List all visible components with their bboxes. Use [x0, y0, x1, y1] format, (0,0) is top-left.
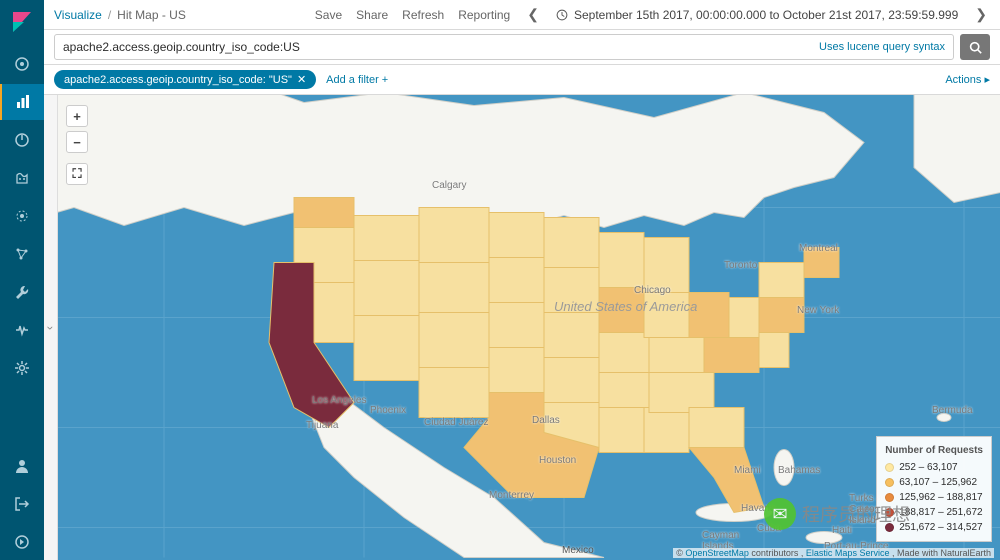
nav-timelion[interactable] — [0, 160, 44, 196]
map-attribution: © OpenStreetMap contributors , Elastic M… — [673, 548, 994, 558]
zoom-in-button[interactable]: + — [66, 105, 88, 127]
nav-management[interactable] — [0, 350, 44, 386]
refresh-button[interactable]: Refresh — [402, 8, 444, 22]
watermark: ✉ 程序员的理想 — [764, 498, 910, 530]
nav-apm[interactable] — [0, 198, 44, 234]
legend-row: 63,107 – 125,962 — [885, 475, 983, 490]
zoom-out-button[interactable]: − — [66, 131, 88, 153]
legend-label: 63,107 – 125,962 — [899, 475, 977, 490]
nav-logout[interactable] — [0, 486, 44, 522]
query-value: apache2.access.geoip.country_iso_code:US — [63, 40, 300, 54]
nav-account[interactable] — [0, 448, 44, 484]
legend-row: 252 – 63,107 — [885, 460, 983, 475]
osm-link[interactable]: OpenStreetMap — [685, 548, 749, 558]
query-hint[interactable]: Uses lucene query syntax — [819, 41, 945, 53]
query-bar: apache2.access.geoip.country_iso_code:US… — [44, 30, 1000, 65]
legend-label: 252 – 63,107 — [899, 460, 957, 475]
nav-monitoring[interactable] — [0, 312, 44, 348]
breadcrumb-current: Hit Map - US — [117, 8, 186, 22]
breadcrumb-sep: / — [108, 8, 111, 22]
time-next-icon[interactable]: ❯ — [972, 6, 990, 23]
panel-collapse[interactable]: › — [44, 95, 58, 560]
kibana-logo — [10, 10, 34, 34]
legend-title: Number of Requests — [885, 443, 983, 458]
share-button[interactable]: Share — [356, 8, 388, 22]
clock-icon — [556, 9, 568, 21]
legend-label: 188,817 – 251,672 — [899, 505, 982, 520]
legend-swatch — [885, 463, 894, 472]
nav-dashboard[interactable] — [0, 122, 44, 158]
add-filter-button[interactable]: Add a filter + — [326, 74, 388, 86]
search-button[interactable] — [960, 34, 990, 60]
filter-pill[interactable]: apache2.access.geoip.country_iso_code: "… — [54, 70, 316, 89]
time-prev-icon[interactable]: ❮ — [524, 6, 542, 23]
legend-swatch — [885, 478, 894, 487]
nav-discover[interactable] — [0, 46, 44, 82]
filter-bar: apache2.access.geoip.country_iso_code: "… — [44, 65, 1000, 95]
query-input[interactable]: apache2.access.geoip.country_iso_code:US… — [54, 34, 954, 60]
nav-graph[interactable] — [0, 236, 44, 272]
filter-pill-label: apache2.access.geoip.country_iso_code: "… — [64, 74, 292, 86]
legend-label: 125,962 – 188,817 — [899, 490, 982, 505]
time-range-text: September 15th 2017, 00:00:00.000 to Oct… — [574, 8, 958, 22]
breadcrumb: Visualize / Hit Map - US — [54, 8, 186, 22]
ems-link[interactable]: Elastic Maps Service — [806, 548, 890, 558]
watermark-text: 程序员的理想 — [802, 501, 910, 527]
reporting-button[interactable]: Reporting — [458, 8, 510, 22]
save-button[interactable]: Save — [315, 8, 342, 22]
nav-visualize[interactable] — [0, 84, 44, 120]
search-icon — [969, 41, 982, 54]
filter-actions[interactable]: Actions ▸ — [945, 73, 990, 86]
nav-collapse[interactable] — [0, 524, 44, 560]
nav-devtools[interactable] — [0, 274, 44, 310]
fit-bounds-button[interactable]: ⛶ — [66, 163, 88, 185]
nav-rail — [0, 0, 44, 560]
map-svg — [44, 95, 1000, 560]
map-canvas[interactable]: › + − ⛶ — [44, 95, 1000, 560]
close-icon[interactable]: ✕ — [297, 73, 306, 86]
breadcrumb-root[interactable]: Visualize — [54, 8, 102, 22]
legend-label: 251,672 – 314,527 — [899, 520, 982, 535]
wechat-icon: ✉ — [764, 498, 796, 530]
time-range[interactable]: September 15th 2017, 00:00:00.000 to Oct… — [556, 8, 958, 22]
topbar: Visualize / Hit Map - US Save Share Refr… — [44, 0, 1000, 30]
